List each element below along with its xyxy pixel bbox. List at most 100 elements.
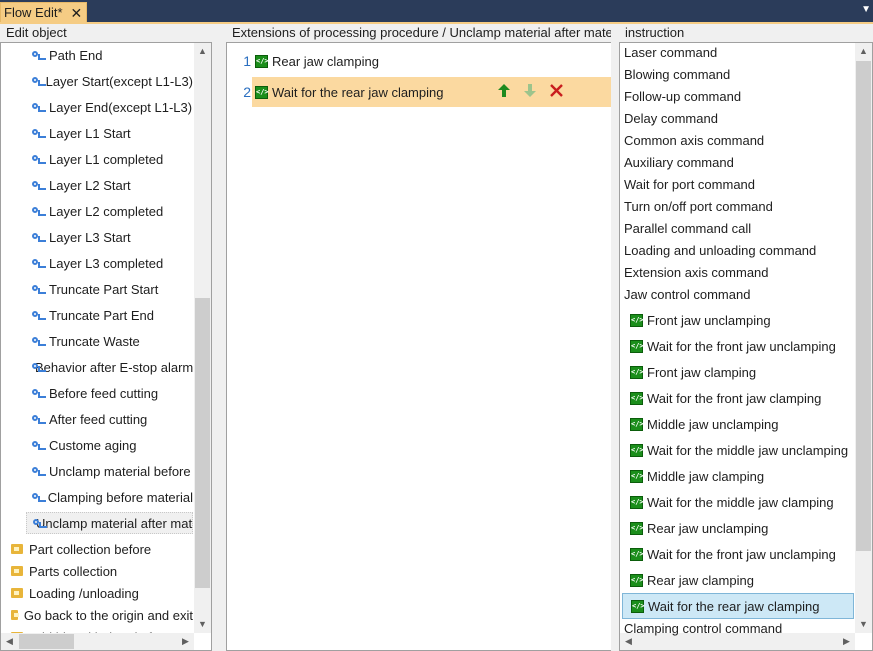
code-icon: </> (630, 573, 644, 587)
scroll-right-icon[interactable]: ▶ (838, 633, 855, 650)
jaw-instruction-item[interactable]: </> Front jaw unclamping (630, 307, 771, 333)
instruction-category[interactable]: Blowing command (624, 64, 730, 86)
tree-item-label: Layer L3 Start (49, 229, 131, 245)
instruction-category[interactable]: Wait for port command (624, 174, 755, 196)
tree-item[interactable]: Layer L2 Start (26, 174, 193, 196)
tree-item[interactable]: Path End (26, 44, 193, 66)
jaw-instruction-label: Wait for the rear jaw clamping (648, 598, 820, 614)
code-icon: </> (630, 521, 644, 535)
tree-item[interactable]: Layer L3 completed (26, 252, 193, 274)
edit-object-tree: Add ld and lad and afterGo back to the o… (0, 42, 212, 651)
scroll-up-icon[interactable]: ▲ (855, 43, 872, 60)
procedure-title: Extensions of processing procedure / Unc… (226, 24, 611, 42)
tree-item-label: Unclamp material before (49, 463, 191, 479)
scrollbar-thumb[interactable] (856, 61, 871, 551)
tree-item[interactable]: Behavior after E-stop alarm (26, 356, 193, 378)
tree-item[interactable]: Layer L1 completed (26, 148, 193, 170)
instruction-category[interactable]: Common axis command (624, 130, 764, 152)
scroll-down-icon[interactable]: ▼ (194, 616, 211, 633)
jaw-instruction-label: Middle jaw clamping (647, 468, 765, 484)
tab-menu-icon[interactable]: ▼ (861, 4, 871, 15)
scroll-right-icon[interactable]: ▶ (177, 633, 194, 650)
tree-item[interactable]: Unclamp material before (26, 460, 193, 482)
flow-icon (32, 335, 46, 347)
instruction-category[interactable]: Jaw control command (624, 284, 750, 306)
step-line-number: 1 (243, 53, 251, 69)
tree-item-label: Unclamp material after material (36, 515, 193, 531)
tree-item[interactable]: Layer L1 Start (26, 122, 193, 144)
scroll-left-icon[interactable]: ◀ (1, 633, 18, 650)
jaw-instruction-item[interactable]: </> Wait for the middle jaw clamping (630, 489, 834, 515)
instruction-category[interactable]: Follow-up command (624, 86, 741, 108)
tree-item[interactable]: Custome aging (26, 434, 193, 456)
instruction-category[interactable]: Loading and unloading command (624, 240, 816, 262)
instruction-category[interactable]: Parallel command call (624, 218, 751, 240)
arrow-down-icon[interactable] (524, 84, 536, 100)
instruction-category[interactable]: Extension axis command (624, 262, 769, 284)
tree-item-label: After feed cutting (49, 411, 148, 427)
tree-item[interactable]: Parts collection (11, 560, 193, 582)
tree-item[interactable]: Unclamp material after material (26, 512, 193, 534)
instruction-vertical-scrollbar[interactable]: ▲ ▼ (855, 43, 872, 633)
code-icon: </> (255, 85, 269, 99)
jaw-instruction-label: Wait for the front jaw unclamping (647, 338, 836, 354)
tree-horizontal-scrollbar[interactable]: ◀ ▶ (1, 633, 194, 650)
tree-item-label: Path End (49, 47, 103, 63)
code-icon: </> (630, 443, 644, 457)
tree-item-label: Behavior after E-stop alarm (35, 359, 193, 375)
tree-item[interactable]: Layer L2 completed (26, 200, 193, 222)
scroll-up-icon[interactable]: ▲ (194, 43, 211, 60)
jaw-instruction-item[interactable]: </> Wait for the front jaw unclamping (630, 541, 836, 567)
instruction-category[interactable]: Auxiliary command (624, 152, 734, 174)
instruction-title: instruction (619, 24, 873, 42)
tree-item-label: Custome aging (49, 437, 137, 453)
jaw-instruction-label: Wait for the front jaw clamping (647, 390, 822, 406)
jaw-instruction-item[interactable]: </> Wait for the middle jaw unclamping (630, 437, 848, 463)
delete-icon[interactable] (550, 84, 563, 100)
jaw-instruction-item[interactable]: </> Middle jaw clamping (630, 463, 764, 489)
jaw-instruction-item[interactable]: </> Wait for the front jaw clamping (630, 385, 821, 411)
code-icon: </> (630, 495, 644, 509)
folder-icon (11, 544, 23, 554)
scrollbar-thumb[interactable] (195, 298, 210, 588)
instruction-category[interactable]: Laser command (624, 43, 717, 64)
tree-item[interactable]: Layer End(except L1-L3) (26, 96, 193, 118)
tree-item[interactable]: Truncate Waste (26, 330, 193, 352)
tree-item[interactable]: Layer Start(except L1-L3) (26, 70, 193, 92)
folder-icon (11, 588, 23, 598)
tree-item-label: Truncate Waste (49, 333, 140, 349)
close-icon[interactable]: ✕ (71, 6, 83, 20)
flow-icon (32, 127, 46, 139)
jaw-instruction-item[interactable]: </> Wait for the front jaw unclamping (630, 333, 836, 359)
instruction-category[interactable]: Delay command (624, 108, 718, 130)
tree-item[interactable]: Layer L3 Start (26, 226, 193, 248)
jaw-instruction-item[interactable]: </> Wait for the rear jaw clamping (622, 593, 854, 619)
folder-icon (11, 566, 23, 576)
procedure-step[interactable]: </> Wait for the rear jaw clamping (252, 77, 611, 107)
tree-item[interactable]: Go back to the origin and exit (11, 604, 193, 626)
jaw-instruction-item[interactable]: </> Middle jaw unclamping (630, 411, 779, 437)
tree-vertical-scrollbar[interactable]: ▲ ▼ (194, 43, 211, 633)
step-actions (498, 84, 611, 100)
tree-item[interactable]: Clamping before material (26, 486, 193, 508)
code-icon: </> (631, 599, 645, 613)
tree-item[interactable]: Loading /unloading (11, 582, 193, 604)
tree-item[interactable]: After feed cutting (26, 408, 193, 430)
jaw-instruction-item[interactable]: </> Front jaw clamping (630, 359, 756, 385)
procedure-step[interactable]: </> Rear jaw clamping (252, 46, 611, 76)
tab-flow-edit[interactable]: Flow Edit* ✕ (0, 2, 87, 22)
jaw-instruction-item[interactable]: </> Rear jaw clamping (630, 567, 754, 593)
scroll-down-icon[interactable]: ▼ (855, 616, 872, 633)
code-icon: </> (630, 417, 644, 431)
tree-item[interactable]: Part collection before (11, 538, 193, 560)
flow-icon (32, 465, 46, 477)
h-scrollbar-thumb[interactable] (19, 634, 74, 649)
tree-item[interactable]: Truncate Part Start (26, 278, 193, 300)
jaw-instruction-item[interactable]: </> Rear jaw unclamping (630, 515, 768, 541)
tree-item[interactable]: Truncate Part End (26, 304, 193, 326)
instruction-category[interactable]: Clamping control command (624, 618, 782, 640)
instruction-category[interactable]: Turn on/off port command (624, 196, 773, 218)
tree-item[interactable]: Before feed cutting (26, 382, 193, 404)
step-label: Rear jaw clamping (272, 53, 379, 69)
arrow-up-icon[interactable] (498, 84, 510, 100)
